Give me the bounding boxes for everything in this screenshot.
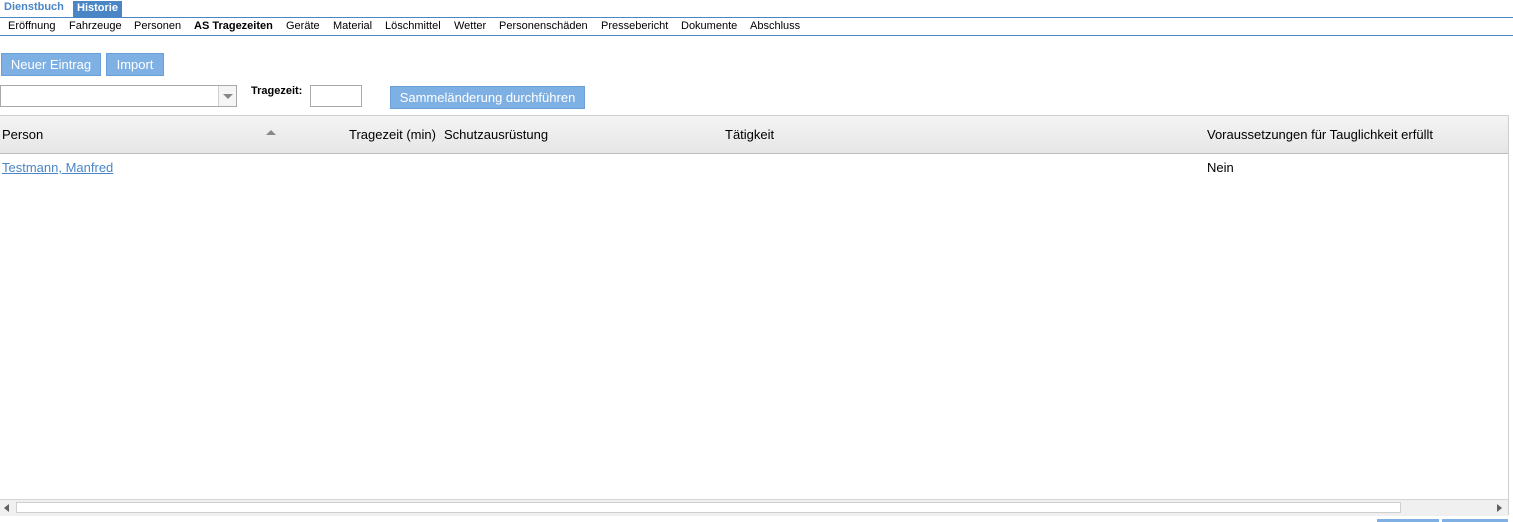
- new-entry-button[interactable]: Neuer Eintrag: [1, 53, 101, 76]
- top-tab-bar: Dienstbuch Historie: [0, 0, 1513, 18]
- column-header-taetigkeit[interactable]: Tätigkeit: [725, 127, 774, 142]
- scroll-right-icon[interactable]: [1497, 504, 1502, 512]
- horizontal-scrollbar[interactable]: [0, 499, 1508, 516]
- cell-voraussetzungen: Nein: [1207, 160, 1234, 175]
- column-header-tragezeit[interactable]: Tragezeit (min): [349, 127, 436, 142]
- bulk-change-button[interactable]: Sammeländerung durchführen: [390, 86, 585, 109]
- subnav-abschluss[interactable]: Abschluss: [750, 20, 800, 32]
- subnav-loeschmittel[interactable]: Löschmittel: [385, 20, 441, 32]
- person-select[interactable]: [0, 85, 237, 107]
- subnav-personen[interactable]: Personen: [134, 20, 181, 32]
- import-button[interactable]: Import: [106, 53, 164, 76]
- sub-navigation: Eröffnung Fahrzeuge Personen AS Tragezei…: [0, 18, 1513, 36]
- grid-header: Person Tragezeit (min) Schutzausrüstung …: [0, 116, 1508, 154]
- subnav-wetter[interactable]: Wetter: [454, 20, 486, 32]
- tragezeit-label: Tragezeit:: [251, 85, 303, 97]
- subnav-pressebericht[interactable]: Pressebericht: [601, 20, 668, 32]
- subnav-material[interactable]: Material: [333, 20, 372, 32]
- person-link[interactable]: Testmann, Manfred: [2, 160, 113, 175]
- subnav-as-tragezeiten[interactable]: AS Tragezeiten: [194, 20, 273, 32]
- scroll-left-icon[interactable]: [4, 504, 9, 512]
- tab-dienstbuch[interactable]: Dienstbuch: [0, 0, 68, 16]
- subnav-fahrzeuge[interactable]: Fahrzeuge: [69, 20, 122, 32]
- tab-historie[interactable]: Historie: [73, 1, 122, 17]
- column-header-voraussetzungen[interactable]: Voraussetzungen für Tauglichkeit erfüllt: [1207, 127, 1433, 142]
- column-header-schutzausruestung[interactable]: Schutzausrüstung: [444, 127, 548, 142]
- chevron-down-icon[interactable]: [218, 86, 236, 106]
- subnav-personenschaeden[interactable]: Personenschäden: [499, 20, 588, 32]
- scrollbar-thumb[interactable]: [16, 502, 1401, 513]
- sort-ascending-icon[interactable]: [266, 130, 276, 135]
- subnav-geraete[interactable]: Geräte: [286, 20, 320, 32]
- tragezeit-input[interactable]: [310, 85, 362, 107]
- table-row[interactable]: Testmann, Manfred Nein: [0, 153, 1508, 181]
- subnav-eroeffnung[interactable]: Eröffnung: [8, 20, 56, 32]
- column-header-person[interactable]: Person: [2, 127, 43, 142]
- subnav-dokumente[interactable]: Dokumente: [681, 20, 737, 32]
- data-grid: Person Tragezeit (min) Schutzausrüstung …: [0, 115, 1509, 515]
